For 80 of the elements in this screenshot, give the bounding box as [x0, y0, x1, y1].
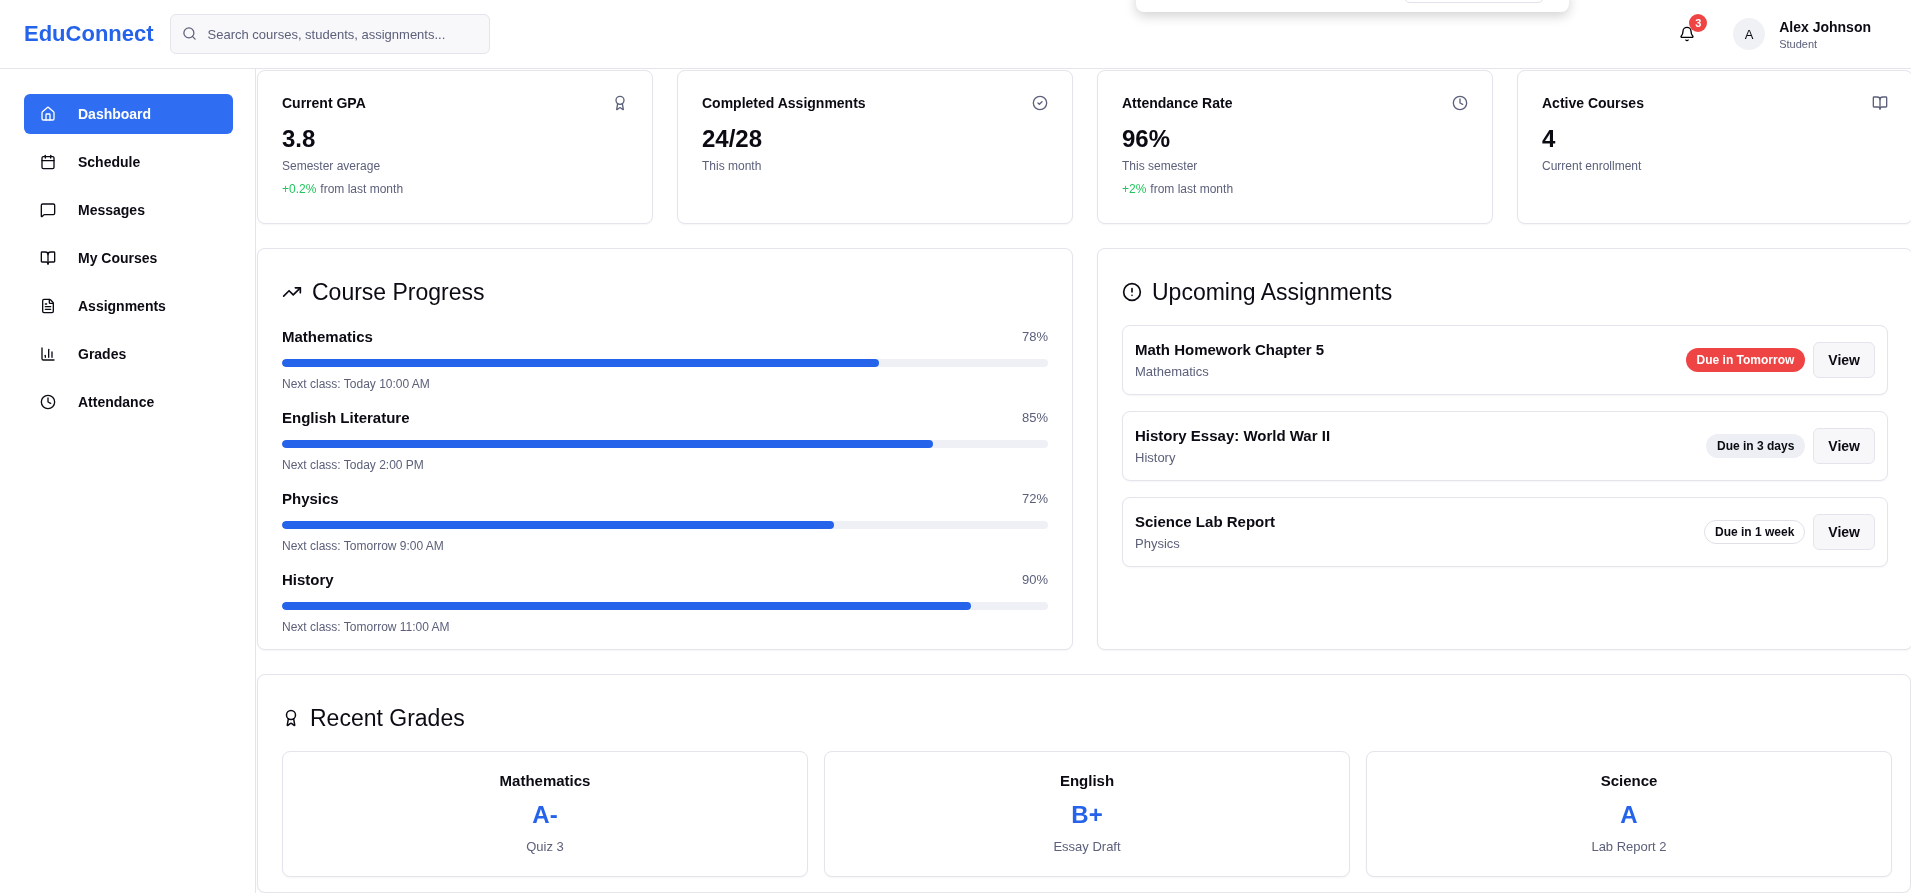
course-percent: 72%	[1021, 490, 1048, 506]
stat-change-note: from last month	[1150, 182, 1234, 196]
search-field[interactable]: Search courses, students, assignments...	[169, 14, 490, 54]
next-class: Next class: Tomorrow 11:00 AM	[282, 620, 451, 634]
stat-title: Current GPA	[282, 95, 366, 111]
clock-icon	[1452, 95, 1468, 111]
due-badge: Due in Tomorrow	[1685, 348, 1806, 372]
course-percent: 78%	[1021, 328, 1048, 344]
stat-title: Attendance Rate	[1122, 95, 1233, 111]
house-icon	[40, 106, 56, 122]
stat-value: 96%	[1122, 125, 1172, 153]
due-badge: Due in 3 days	[1705, 434, 1806, 458]
user-name: Alex Johnson	[1779, 18, 1871, 35]
assignment-subject: History	[1135, 450, 1177, 465]
stat-caption: This month	[702, 159, 763, 173]
sidebar-item[interactable]: Assignments	[24, 286, 233, 326]
stat-caption: Semester average	[282, 159, 382, 173]
alert-circle-icon	[1122, 282, 1142, 302]
app-logo: EduConnect	[24, 21, 154, 47]
grade-assessment: Quiz 3	[526, 839, 564, 854]
stat-title: Completed Assignments	[702, 95, 866, 111]
course-name: Mathematics	[282, 327, 373, 345]
stat-value: 3.8	[282, 125, 317, 153]
card-title: Course Progress	[312, 278, 485, 306]
grade-letter: A	[1620, 801, 1638, 829]
assignment-title: Science Lab Report	[1135, 513, 1277, 530]
due-badge: Due in 1 week	[1703, 520, 1806, 544]
next-class: Next class: Today 10:00 AM	[282, 377, 431, 391]
grade-assessment: Lab Report 2	[1591, 839, 1667, 854]
stat-caption: Current enrollment	[1542, 159, 1643, 173]
course-percent: 90%	[1021, 571, 1048, 587]
stat-title: Active Courses	[1542, 95, 1644, 111]
sidebar-item[interactable]: Dashboard	[24, 94, 233, 134]
check-circle-icon	[1032, 95, 1048, 111]
assignment-subject: Mathematics	[1135, 364, 1210, 379]
stat-change: +0.2%	[282, 182, 317, 196]
bar-chart-icon	[40, 346, 56, 362]
book-icon	[40, 250, 56, 266]
calendar-icon	[40, 154, 56, 170]
course-name: Physics	[282, 489, 339, 507]
assignment-title: History Essay: World War II	[1135, 427, 1332, 444]
grade-subject: Science	[1600, 772, 1658, 789]
view-button[interactable]: View	[1813, 428, 1875, 464]
stat-value: 4	[1542, 125, 1557, 153]
clock-icon	[40, 394, 56, 410]
chat-bubble-icon	[40, 202, 56, 218]
assignment-subject: Physics	[1135, 536, 1181, 551]
stat-value: 24/28	[702, 125, 764, 153]
sidebar-item[interactable]: Attendance	[24, 382, 233, 422]
bell-icon	[1679, 26, 1696, 42]
user-role: Student	[1779, 37, 1819, 50]
grade-letter: B+	[1071, 801, 1103, 829]
sidebar-item[interactable]: My Courses	[24, 238, 233, 278]
stat-caption: This semester	[1122, 159, 1199, 173]
view-button[interactable]: View	[1813, 514, 1875, 550]
card-title: Upcoming Assignments	[1152, 278, 1393, 306]
course-name: English Literature	[282, 408, 410, 426]
card-title: Recent Grades	[310, 704, 465, 732]
stat-change: +2%	[1122, 182, 1147, 196]
sidebar-item[interactable]: Grades	[24, 334, 233, 374]
grade-letter: A-	[532, 801, 558, 829]
user-avatar[interactable]: A	[1733, 18, 1766, 50]
assignment-title: Math Homework Chapter 5	[1135, 341, 1326, 358]
next-class: Next class: Tomorrow 9:00 AM	[282, 539, 445, 553]
notification-count: 3	[1689, 14, 1708, 32]
next-class: Next class: Today 2:00 PM	[282, 458, 425, 472]
view-button[interactable]: View	[1813, 342, 1875, 378]
sidebar-item[interactable]: Messages	[24, 190, 233, 230]
stat-change-note: from last month	[320, 182, 404, 196]
grade-assessment: Essay Draft	[1053, 839, 1121, 854]
notifications-button[interactable]: 3	[1669, 16, 1706, 52]
sidebar-item[interactable]: Schedule	[24, 142, 233, 182]
course-name: History	[282, 570, 334, 588]
grade-subject: English	[1059, 772, 1115, 789]
document-icon	[40, 298, 56, 314]
grade-subject: Mathematics	[499, 772, 591, 789]
award-ribbon-icon	[612, 95, 628, 111]
search-icon	[181, 26, 197, 41]
course-percent: 85%	[1021, 409, 1048, 425]
book-icon	[1872, 95, 1888, 111]
